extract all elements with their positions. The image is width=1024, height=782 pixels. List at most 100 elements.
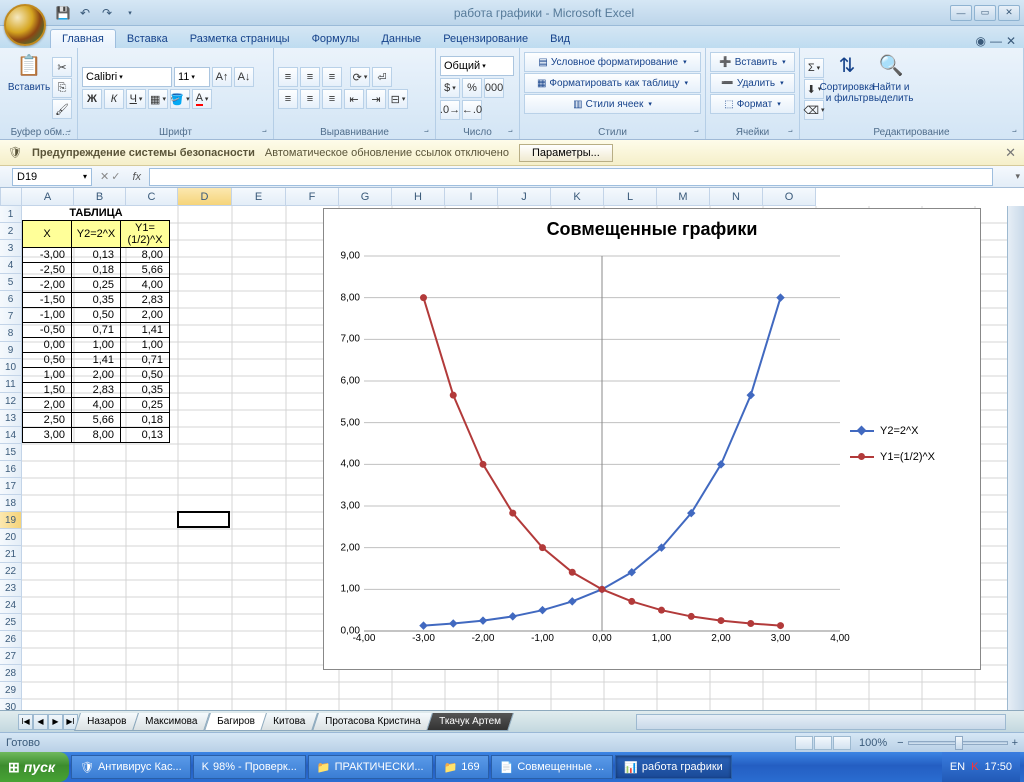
wrap-text-icon[interactable]: ⏎ <box>372 67 392 87</box>
start-button[interactable]: пуск <box>0 752 69 782</box>
row-header-24[interactable]: 24 <box>0 597 22 614</box>
bold-button[interactable]: Ж <box>82 89 102 109</box>
qat-dropdown-icon[interactable] <box>120 4 138 22</box>
sheet-nav-next-icon[interactable]: ▶ <box>48 714 63 730</box>
column-header-J[interactable]: J <box>498 188 551 206</box>
column-header-F[interactable]: F <box>286 188 339 206</box>
tab-formulas[interactable]: Формулы <box>301 30 371 48</box>
tab-view[interactable]: Вид <box>539 30 581 48</box>
row-header-28[interactable]: 28 <box>0 665 22 682</box>
row-header-25[interactable]: 25 <box>0 614 22 631</box>
column-header-M[interactable]: M <box>657 188 710 206</box>
system-tray[interactable]: EN K 17:50 <box>942 752 1020 782</box>
tab-insert[interactable]: Вставка <box>116 30 179 48</box>
paste-button[interactable]: 📋Вставить <box>8 50 50 126</box>
row-header-6[interactable]: 6 <box>0 291 22 308</box>
dec-decimal-icon[interactable]: ←.0 <box>462 100 482 120</box>
cancel-entry-icon[interactable]: ✕ <box>100 170 109 183</box>
inc-decimal-icon[interactable]: .0→ <box>440 100 460 120</box>
clock[interactable]: 17:50 <box>984 761 1012 773</box>
align-right-icon[interactable]: ≡ <box>322 89 342 109</box>
row-header-7[interactable]: 7 <box>0 308 22 325</box>
copy-icon[interactable]: ⎘ <box>52 78 72 98</box>
row-header-2[interactable]: 2 <box>0 223 22 240</box>
delete-cells-button[interactable]: ➖ Удалить <box>710 73 795 93</box>
underline-button[interactable]: Ч <box>126 89 146 109</box>
taskbar-item[interactable]: 📄Совмещенные ... <box>491 755 614 779</box>
row-header-15[interactable]: 15 <box>0 444 22 461</box>
taskbar-item[interactable]: 📁ПРАКТИЧЕСКИ... <box>308 755 433 779</box>
column-header-D[interactable]: D <box>178 188 232 206</box>
column-header-C[interactable]: C <box>126 188 178 206</box>
format-as-table-button[interactable]: ▦ Форматировать как таблицу <box>524 73 701 93</box>
formula-input[interactable] <box>149 168 993 186</box>
column-header-K[interactable]: K <box>551 188 604 206</box>
tray-kaspersky-icon[interactable]: K <box>971 761 978 773</box>
font-size-select[interactable]: 11 <box>174 67 210 87</box>
autosum-icon[interactable]: Σ <box>804 58 824 78</box>
help-icon[interactable]: ◉ <box>975 34 985 48</box>
redo-icon[interactable]: ↷ <box>98 4 116 22</box>
align-left-icon[interactable]: ≡ <box>278 89 298 109</box>
dec-indent-icon[interactable]: ⇤ <box>344 89 364 109</box>
sheet-tab[interactable]: Багиров <box>204 713 268 731</box>
grow-font-icon[interactable]: A↑ <box>212 67 232 87</box>
row-header-12[interactable]: 12 <box>0 393 22 410</box>
security-close-icon[interactable]: ✕ <box>1005 145 1016 161</box>
column-header-H[interactable]: H <box>392 188 445 206</box>
zoom-slider[interactable] <box>908 741 1008 745</box>
column-header-G[interactable]: G <box>339 188 392 206</box>
tab-home[interactable]: Главная <box>50 29 116 48</box>
zoom-out-icon[interactable]: − <box>897 737 903 749</box>
row-header-19[interactable]: 19 <box>0 512 22 529</box>
row-header-8[interactable]: 8 <box>0 325 22 342</box>
horizontal-scrollbar[interactable] <box>636 714 1006 730</box>
doc-close-icon[interactable]: ✕ <box>1006 34 1016 48</box>
row-header-29[interactable]: 29 <box>0 682 22 699</box>
zoom-level[interactable]: 100% <box>859 737 887 749</box>
select-all-corner[interactable] <box>0 188 22 206</box>
cell-styles-button[interactable]: ▥ Стили ячеек <box>524 94 701 114</box>
row-header-4[interactable]: 4 <box>0 257 22 274</box>
view-layout-icon[interactable] <box>814 736 832 750</box>
column-header-N[interactable]: N <box>710 188 763 206</box>
embedded-chart[interactable]: Совмещенные графики 0,001,002,003,004,00… <box>323 208 981 670</box>
insert-cells-button[interactable]: ➕ Вставить <box>710 52 795 72</box>
row-header-11[interactable]: 11 <box>0 376 22 393</box>
border-icon[interactable]: ▦ <box>148 89 168 109</box>
row-header-22[interactable]: 22 <box>0 563 22 580</box>
row-header-26[interactable]: 26 <box>0 631 22 648</box>
row-header-13[interactable]: 13 <box>0 410 22 427</box>
sheet-nav-first-icon[interactable]: I◀ <box>18 714 33 730</box>
taskbar-item[interactable]: K98% - Проверк... <box>193 755 306 779</box>
shrink-font-icon[interactable]: A↓ <box>234 67 254 87</box>
row-header-3[interactable]: 3 <box>0 240 22 257</box>
taskbar-item[interactable]: 📊работа графики <box>615 755 732 779</box>
restore-button[interactable]: ▭ <box>974 5 996 21</box>
font-color-icon[interactable]: A <box>192 89 212 109</box>
font-name-select[interactable]: Calibri <box>82 67 172 87</box>
align-bot-icon[interactable]: ≡ <box>322 67 342 87</box>
merge-icon[interactable]: ⊟ <box>388 89 408 109</box>
format-painter-icon[interactable]: 🖌 <box>52 99 72 119</box>
min-ribbon-icon[interactable]: — <box>990 34 1002 48</box>
align-mid-icon[interactable]: ≡ <box>300 67 320 87</box>
view-break-icon[interactable] <box>833 736 851 750</box>
find-select-button[interactable]: 🔍Найти и выделить <box>870 50 912 126</box>
row-header-21[interactable]: 21 <box>0 546 22 563</box>
zoom-in-icon[interactable]: + <box>1012 737 1018 749</box>
row-header-20[interactable]: 20 <box>0 529 22 546</box>
minimize-button[interactable]: — <box>950 5 972 21</box>
undo-icon[interactable]: ↶ <box>76 4 94 22</box>
row-header-16[interactable]: 16 <box>0 461 22 478</box>
fx-icon[interactable]: fx <box>128 171 145 183</box>
conditional-formatting-button[interactable]: ▤ Условное форматирование <box>524 52 701 72</box>
sheet-tab[interactable]: Назаров <box>74 713 139 731</box>
column-header-I[interactable]: I <box>445 188 498 206</box>
italic-button[interactable]: К <box>104 89 124 109</box>
row-header-14[interactable]: 14 <box>0 427 22 444</box>
comma-icon[interactable]: 000 <box>484 78 504 98</box>
row-header-23[interactable]: 23 <box>0 580 22 597</box>
tab-data[interactable]: Данные <box>370 30 432 48</box>
close-button[interactable]: ✕ <box>998 5 1020 21</box>
